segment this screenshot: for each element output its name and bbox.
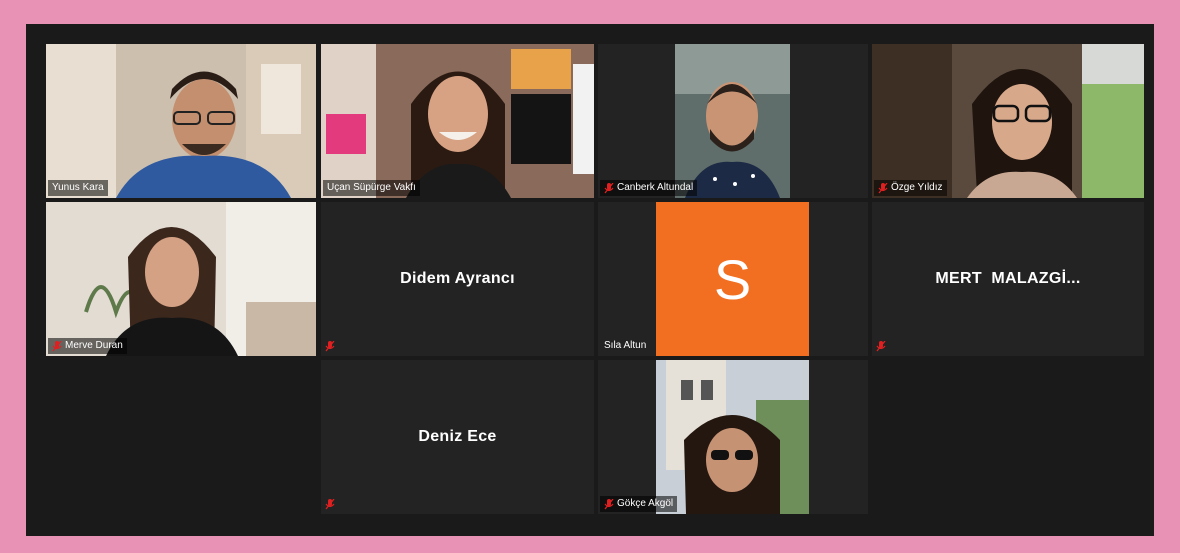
participant-video (321, 44, 594, 198)
participant-video (46, 202, 316, 356)
participant-name-tag: Özge Yıldız (874, 180, 947, 196)
participant-tile-yunus-kara[interactable]: Yunus Kara (46, 44, 316, 198)
participant-tile-mert-malazgirt[interactable]: MERT MALAZGİ... (872, 202, 1144, 356)
mic-muted-icon (876, 341, 886, 352)
video-gallery: Yunus Kara Uçan Süpürge Vakfı Canberk Al… (26, 24, 1154, 536)
mic-muted-icon (878, 182, 888, 194)
participant-name: Deniz Ece (418, 428, 497, 445)
participant-tile-sila-altun[interactable]: S Sıla Altun (598, 202, 868, 356)
participant-tile-merve-duran[interactable]: Merve Duran (46, 202, 316, 356)
participant-video (675, 44, 790, 198)
mic-muted-icon (325, 341, 335, 352)
participant-tile-deniz-ece[interactable]: Deniz Ece (321, 360, 594, 514)
mic-muted-icon (52, 340, 62, 352)
participant-tile-gokce-akgol[interactable]: Gökçe Akgöl (598, 360, 868, 514)
participant-name: Sıla Altun (604, 340, 647, 351)
participant-name: Yunus Kara (52, 182, 104, 193)
avatar: S (656, 202, 809, 356)
participant-tile-ucan-supurge-vakfi[interactable]: Uçan Süpürge Vakfı (321, 44, 594, 198)
participant-name: Özge Yıldız (891, 182, 943, 193)
participant-name: Merve Duran (65, 340, 123, 351)
participant-name: MERT MALAZGİ... (935, 270, 1081, 287)
participant-name-tag: Merve Duran (48, 338, 127, 354)
mic-muted-icon (604, 498, 614, 510)
participant-tile-ozge-yildiz[interactable]: Özge Yıldız (872, 44, 1144, 198)
mic-muted-icon (604, 182, 614, 194)
participant-video (872, 44, 1144, 198)
participant-tile-didem-ayranci[interactable]: Didem Ayrancı (321, 202, 594, 356)
participant-name: Uçan Süpürge Vakfı (327, 182, 416, 193)
mic-muted-icon (325, 499, 335, 510)
participant-name-tag: Gökçe Akgöl (600, 496, 678, 512)
participant-name: Canberk Altundal (617, 182, 694, 193)
participant-video (46, 44, 316, 198)
participant-video (656, 360, 809, 514)
avatar-letter: S (713, 247, 752, 311)
participant-tile-canberk-altundal[interactable]: Canberk Altundal (598, 44, 868, 198)
participant-name-tag: Canberk Altundal (600, 180, 698, 196)
participant-name-tag: Sıla Altun (600, 338, 650, 354)
participant-name-tag: Yunus Kara (48, 180, 108, 196)
participant-name-tag: Uçan Süpürge Vakfı (323, 180, 420, 196)
participant-name: Didem Ayrancı (400, 270, 515, 287)
participant-name: Gökçe Akgöl (617, 498, 674, 509)
